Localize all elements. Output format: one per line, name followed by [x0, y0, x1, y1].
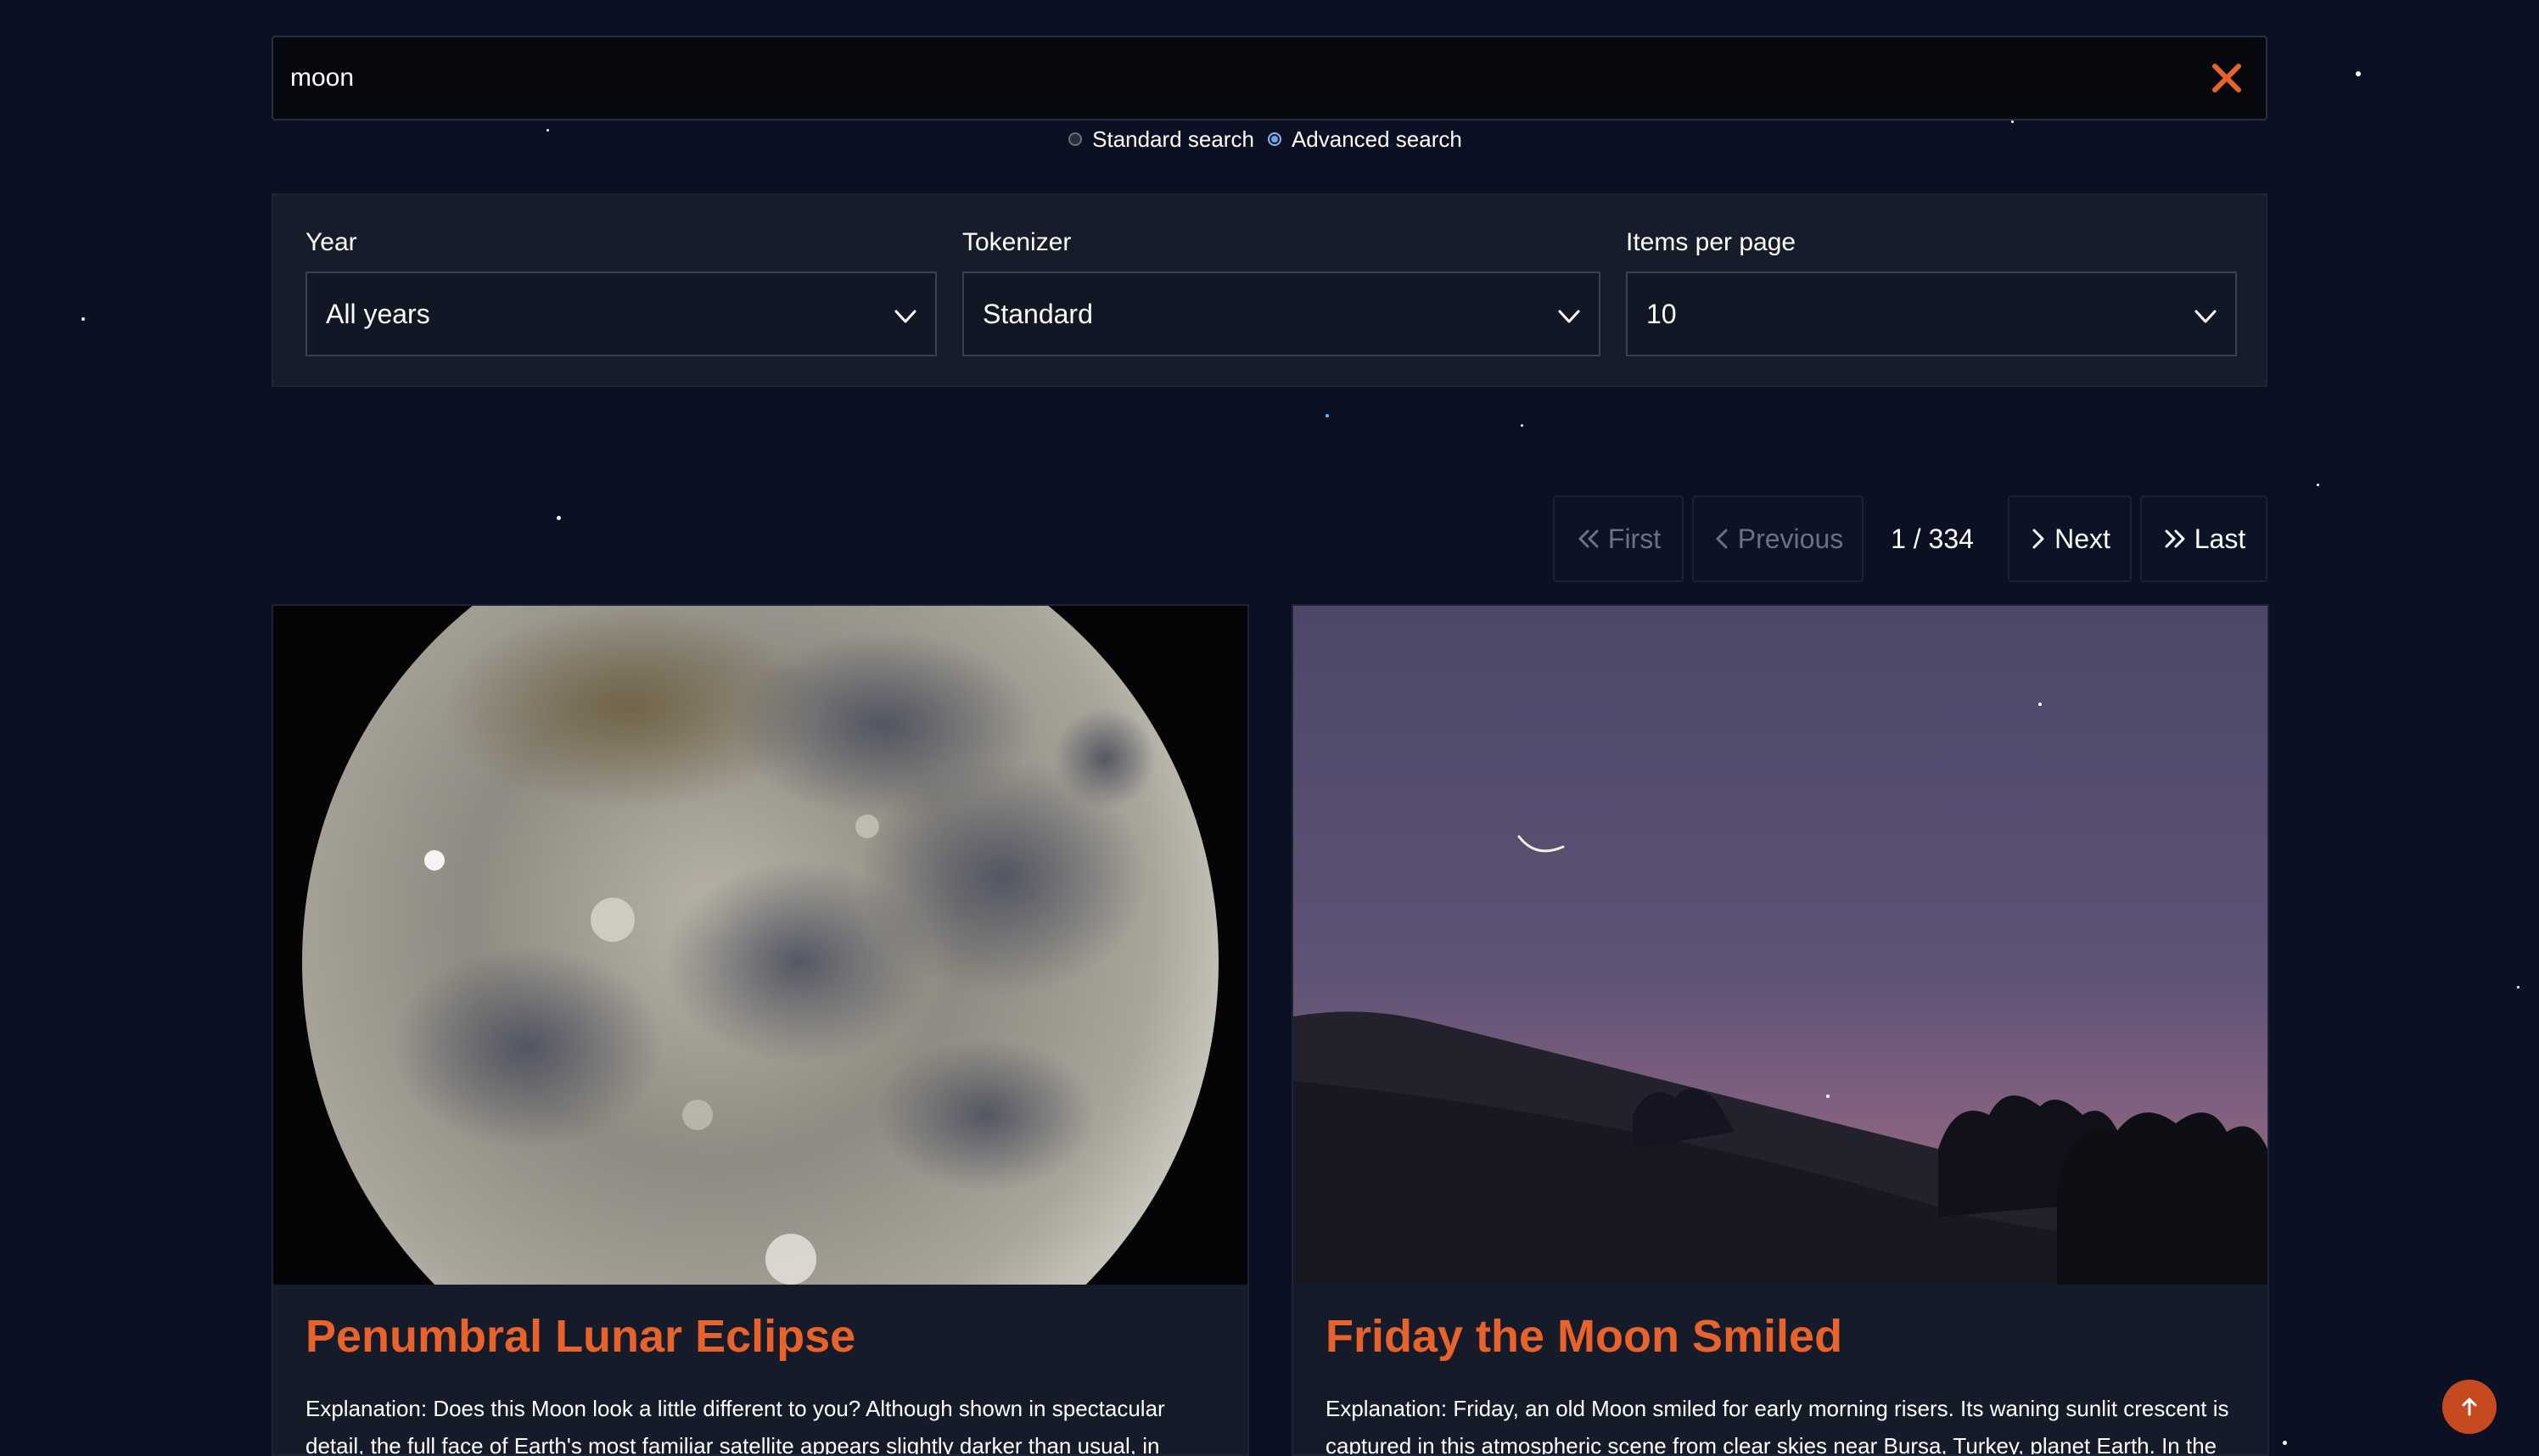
card-title[interactable]: Penumbral Lunar Eclipse [305, 1310, 855, 1363]
close-icon[interactable] [2206, 58, 2247, 98]
page-indicator: 1 / 334 [1891, 523, 1974, 554]
filters-panel: Year All years Tokenizer Standard Items … [272, 193, 2267, 387]
card-image-full-moon[interactable] [273, 606, 1247, 1285]
star [81, 317, 85, 321]
chevron-right-icon [2032, 529, 2044, 549]
items-per-page-filter: Items per page 10 [1626, 226, 2237, 356]
double-chevron-right-icon [2165, 529, 2185, 548]
advanced-search-option[interactable]: Advanced search [1267, 126, 1462, 153]
arrow-up-icon [2462, 1397, 2477, 1416]
tokenizer-label: Tokenizer [962, 228, 1072, 256]
last-page-label: Last [2194, 523, 2246, 554]
standard-search-option[interactable]: Standard search [1068, 126, 1254, 153]
card-explanation: Explanation: Friday, an old Moon smiled … [1326, 1396, 2229, 1456]
last-page-button[interactable]: Last [2140, 496, 2267, 582]
tokenizer-select[interactable]: Standard [962, 272, 1600, 356]
first-page-label: First [1607, 523, 1662, 554]
year-select[interactable]: All years [305, 272, 937, 356]
card-title[interactable]: Friday the Moon Smiled [1326, 1310, 1842, 1363]
standard-search-radio[interactable] [1068, 132, 1083, 146]
result-card[interactable]: Penumbral Lunar Eclipse Explanation: Doe… [272, 604, 1249, 1456]
items-per-page-selected-value: 10 [1646, 298, 1677, 329]
star [2517, 986, 2519, 988]
previous-page-label: Previous [1737, 523, 1844, 554]
chevron-left-icon [1716, 529, 1728, 549]
star [1326, 414, 1329, 417]
items-per-page-select[interactable]: 10 [1626, 272, 2237, 356]
star [2317, 484, 2319, 486]
card-image-crescent-moon[interactable] [1293, 606, 2267, 1285]
double-chevron-left-icon [1578, 529, 1599, 548]
items-per-page-label: Items per page [1626, 228, 1796, 256]
star [1521, 424, 1523, 427]
year-label: Year [305, 228, 357, 256]
search-input[interactable] [273, 37, 2140, 119]
star [2283, 1441, 2287, 1445]
chevron-down-icon [2194, 310, 2217, 323]
chevron-down-icon [894, 310, 916, 323]
advanced-search-label: Advanced search [1291, 126, 1462, 152]
card-explanation: Explanation: Does this Moon look a littl… [305, 1396, 1165, 1456]
advanced-search-radio[interactable] [1267, 132, 1281, 146]
standard-search-label: Standard search [1092, 126, 1254, 152]
tokenizer-filter: Tokenizer Standard [962, 226, 1600, 356]
back-to-top-button[interactable] [2442, 1380, 2497, 1434]
star [2356, 71, 2361, 76]
next-page-button[interactable]: Next [2008, 496, 2132, 582]
tokenizer-selected-value: Standard [983, 298, 1093, 329]
next-page-label: Next [2054, 523, 2110, 554]
search-box [272, 36, 2267, 120]
search-mode-group: Standard search Advanced search [0, 122, 2539, 156]
year-filter: Year All years [305, 226, 937, 356]
result-card[interactable]: Friday the Moon Smiled Explanation: Frid… [1292, 604, 2269, 1456]
previous-page-button[interactable]: Previous [1692, 496, 1864, 582]
star [557, 516, 561, 520]
chevron-down-icon [1558, 310, 1580, 323]
year-selected-value: All years [326, 298, 430, 329]
first-page-button[interactable]: First [1553, 496, 1684, 582]
